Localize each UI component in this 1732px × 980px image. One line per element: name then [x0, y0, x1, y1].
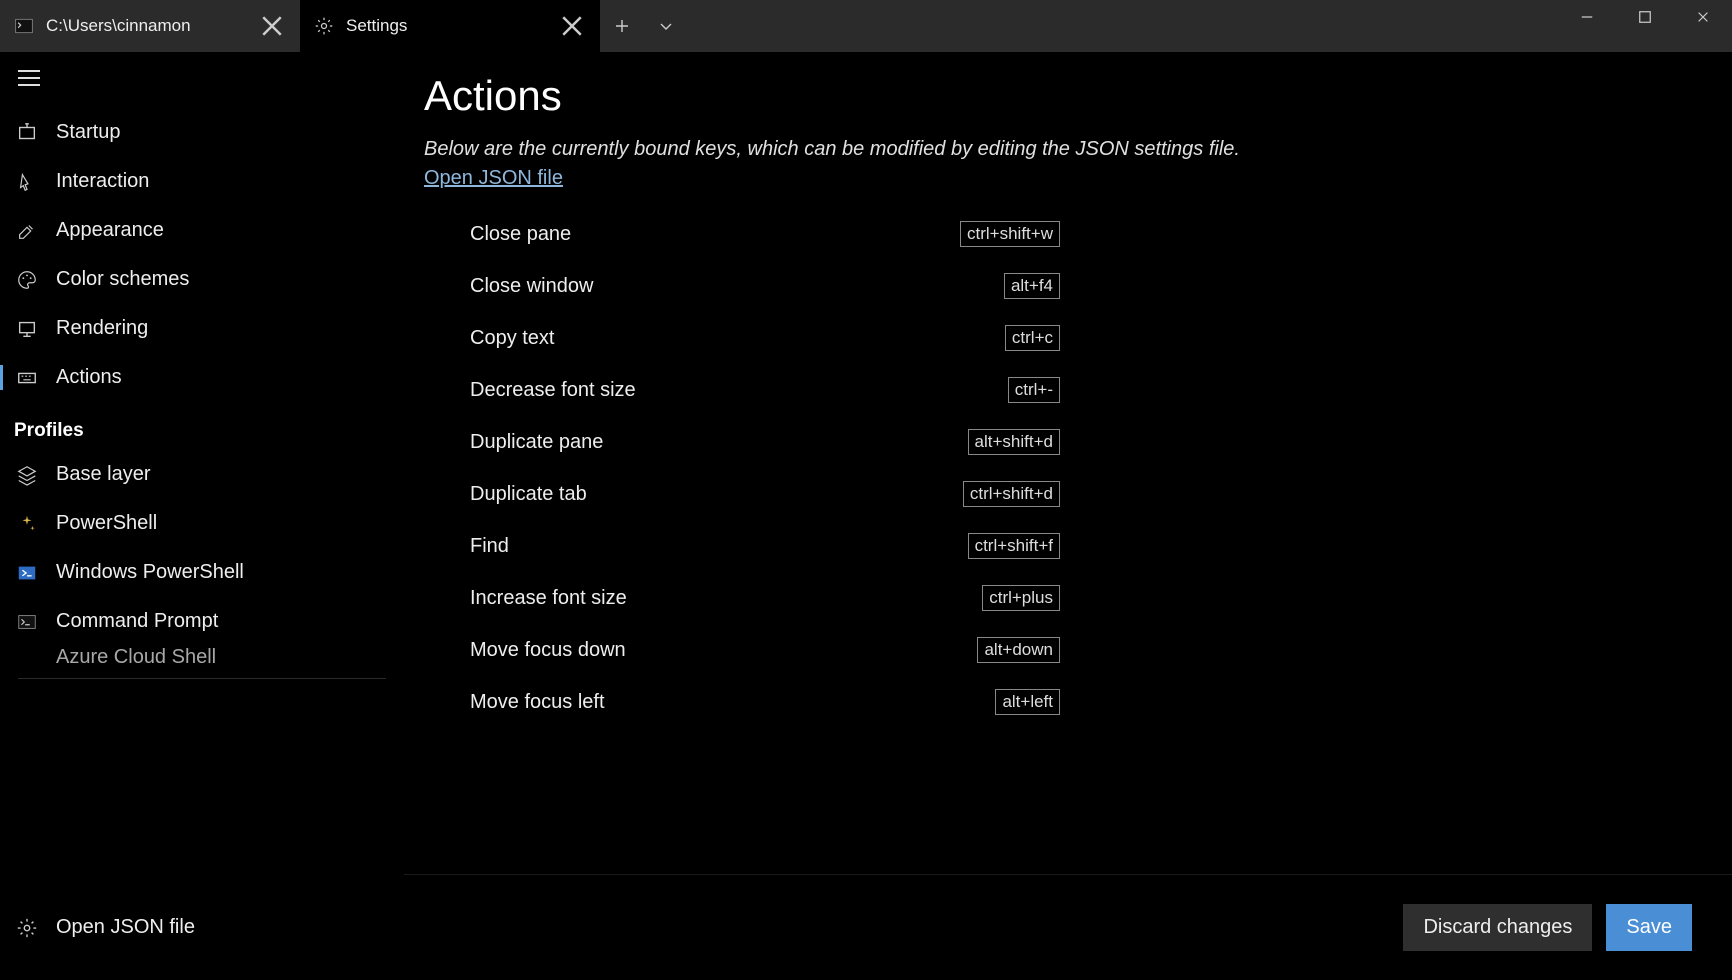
tab-actions	[600, 0, 688, 52]
action-row[interactable]: Increase font size ctrl+plus	[424, 572, 1060, 624]
maximize-button[interactable]	[1616, 0, 1674, 34]
sidebar-item-startup[interactable]: Startup	[0, 108, 404, 157]
sidebar-item-azure-cloud-shell[interactable]: Azure Cloud Shell	[0, 646, 404, 670]
action-label: Close pane	[470, 223, 960, 246]
title-bar: C:\Users\cinnamon Settings	[0, 0, 1732, 52]
powershell-icon	[16, 562, 38, 584]
close-icon[interactable]	[558, 12, 586, 40]
action-row[interactable]: Move focus left alt+left	[424, 676, 1060, 728]
key-badge: alt+f4	[1004, 273, 1060, 299]
key-badge: ctrl+c	[1005, 325, 1060, 351]
sidebar-item-label: Color schemes	[56, 268, 189, 291]
tab-title: Settings	[346, 16, 546, 36]
key-badge: ctrl+-	[1008, 377, 1060, 403]
key-badge: alt+down	[977, 637, 1060, 663]
sidebar-open-json-file[interactable]: Open JSON file	[0, 903, 404, 952]
sidebar-item-label: Actions	[56, 366, 122, 389]
sidebar-item-powershell[interactable]: PowerShell	[0, 499, 404, 548]
sidebar-item-appearance[interactable]: Appearance	[0, 206, 404, 255]
key-badge: alt+left	[995, 689, 1060, 715]
window-controls	[1558, 0, 1732, 52]
action-label: Move focus down	[470, 639, 977, 662]
action-row[interactable]: Find ctrl+shift+f	[424, 520, 1060, 572]
sidebar-item-windows-powershell[interactable]: Windows PowerShell	[0, 548, 404, 597]
action-row[interactable]: Duplicate tab ctrl+shift+d	[424, 468, 1060, 520]
sidebar-item-label: Base layer	[56, 463, 151, 486]
cmd-icon	[16, 611, 38, 633]
rendering-icon	[16, 318, 38, 340]
tab-title: C:\Users\cinnamon	[46, 16, 246, 36]
palette-icon	[16, 269, 38, 291]
action-label: Copy text	[470, 327, 1005, 350]
sidebar-item-base-layer[interactable]: Base layer	[0, 450, 404, 499]
sidebar-separator	[18, 678, 386, 679]
interaction-icon	[16, 171, 38, 193]
action-row[interactable]: Decrease font size ctrl+-	[424, 364, 1060, 416]
new-tab-button[interactable]	[600, 0, 644, 52]
key-badge: ctrl+shift+d	[963, 481, 1060, 507]
keyboard-icon	[16, 367, 38, 389]
action-label: Duplicate pane	[470, 431, 968, 454]
action-row[interactable]: Close window alt+f4	[424, 260, 1060, 312]
sidebar-item-rendering[interactable]: Rendering	[0, 304, 404, 353]
close-icon[interactable]	[258, 12, 286, 40]
terminal-icon	[14, 16, 34, 36]
sidebar-item-label: Command Prompt	[56, 610, 218, 633]
action-label: Decrease font size	[470, 379, 1008, 402]
sidebar-item-command-prompt[interactable]: Command Prompt	[0, 597, 404, 646]
tab-terminal[interactable]: C:\Users\cinnamon	[0, 0, 300, 52]
layers-icon	[16, 464, 38, 486]
tab-dropdown-button[interactable]	[644, 0, 688, 52]
profiles-header: Profiles	[0, 402, 404, 450]
gear-icon	[16, 917, 38, 939]
key-badge: alt+shift+d	[968, 429, 1060, 455]
action-row[interactable]: Close pane ctrl+shift+w	[424, 208, 1060, 260]
key-badge: ctrl+plus	[982, 585, 1060, 611]
sidebar-item-label: Azure Cloud Shell	[56, 646, 216, 669]
sidebar-item-label: Interaction	[56, 170, 149, 193]
tab-settings[interactable]: Settings	[300, 0, 600, 52]
page-title: Actions	[424, 72, 1732, 120]
sparkle-icon	[16, 513, 38, 535]
startup-icon	[16, 122, 38, 144]
key-badge: ctrl+shift+f	[968, 533, 1060, 559]
sidebar-item-label: Appearance	[56, 219, 164, 242]
footer: Discard changes Save	[404, 874, 1732, 980]
action-label: Close window	[470, 275, 1004, 298]
sidebar-item-label: PowerShell	[56, 512, 157, 535]
appearance-icon	[16, 220, 38, 242]
action-row[interactable]: Move focus down alt+down	[424, 624, 1060, 676]
discard-changes-button[interactable]: Discard changes	[1403, 904, 1592, 951]
action-label: Increase font size	[470, 587, 982, 610]
close-window-button[interactable]	[1674, 0, 1732, 34]
sidebar-item-label: Windows PowerShell	[56, 561, 244, 584]
nav-list: Startup Interaction Appearance Color sch…	[0, 94, 404, 670]
sidebar-item-label: Rendering	[56, 317, 148, 340]
sidebar-item-actions[interactable]: Actions	[0, 353, 404, 402]
action-row[interactable]: Copy text ctrl+c	[424, 312, 1060, 364]
minimize-button[interactable]	[1558, 0, 1616, 34]
action-label: Find	[470, 535, 968, 558]
sidebar-item-label: Startup	[56, 121, 120, 144]
cloud-icon	[16, 646, 38, 668]
page-description: Below are the currently bound keys, whic…	[424, 138, 1732, 161]
action-row[interactable]: Duplicate pane alt+shift+d	[424, 416, 1060, 468]
hamburger-button[interactable]	[0, 52, 404, 94]
main-panel: Actions Below are the currently bound ke…	[404, 52, 1732, 980]
save-button[interactable]: Save	[1606, 904, 1692, 951]
action-label: Move focus left	[470, 691, 995, 714]
sidebar-item-interaction[interactable]: Interaction	[0, 157, 404, 206]
sidebar: Startup Interaction Appearance Color sch…	[0, 52, 404, 980]
gear-icon	[314, 16, 334, 36]
sidebar-item-color-schemes[interactable]: Color schemes	[0, 255, 404, 304]
actions-list: Close pane ctrl+shift+w Close window alt…	[424, 208, 1732, 728]
sidebar-item-label: Open JSON file	[56, 916, 195, 939]
open-json-link[interactable]: Open JSON file	[424, 167, 563, 190]
key-badge: ctrl+shift+w	[960, 221, 1060, 247]
action-label: Duplicate tab	[470, 483, 963, 506]
